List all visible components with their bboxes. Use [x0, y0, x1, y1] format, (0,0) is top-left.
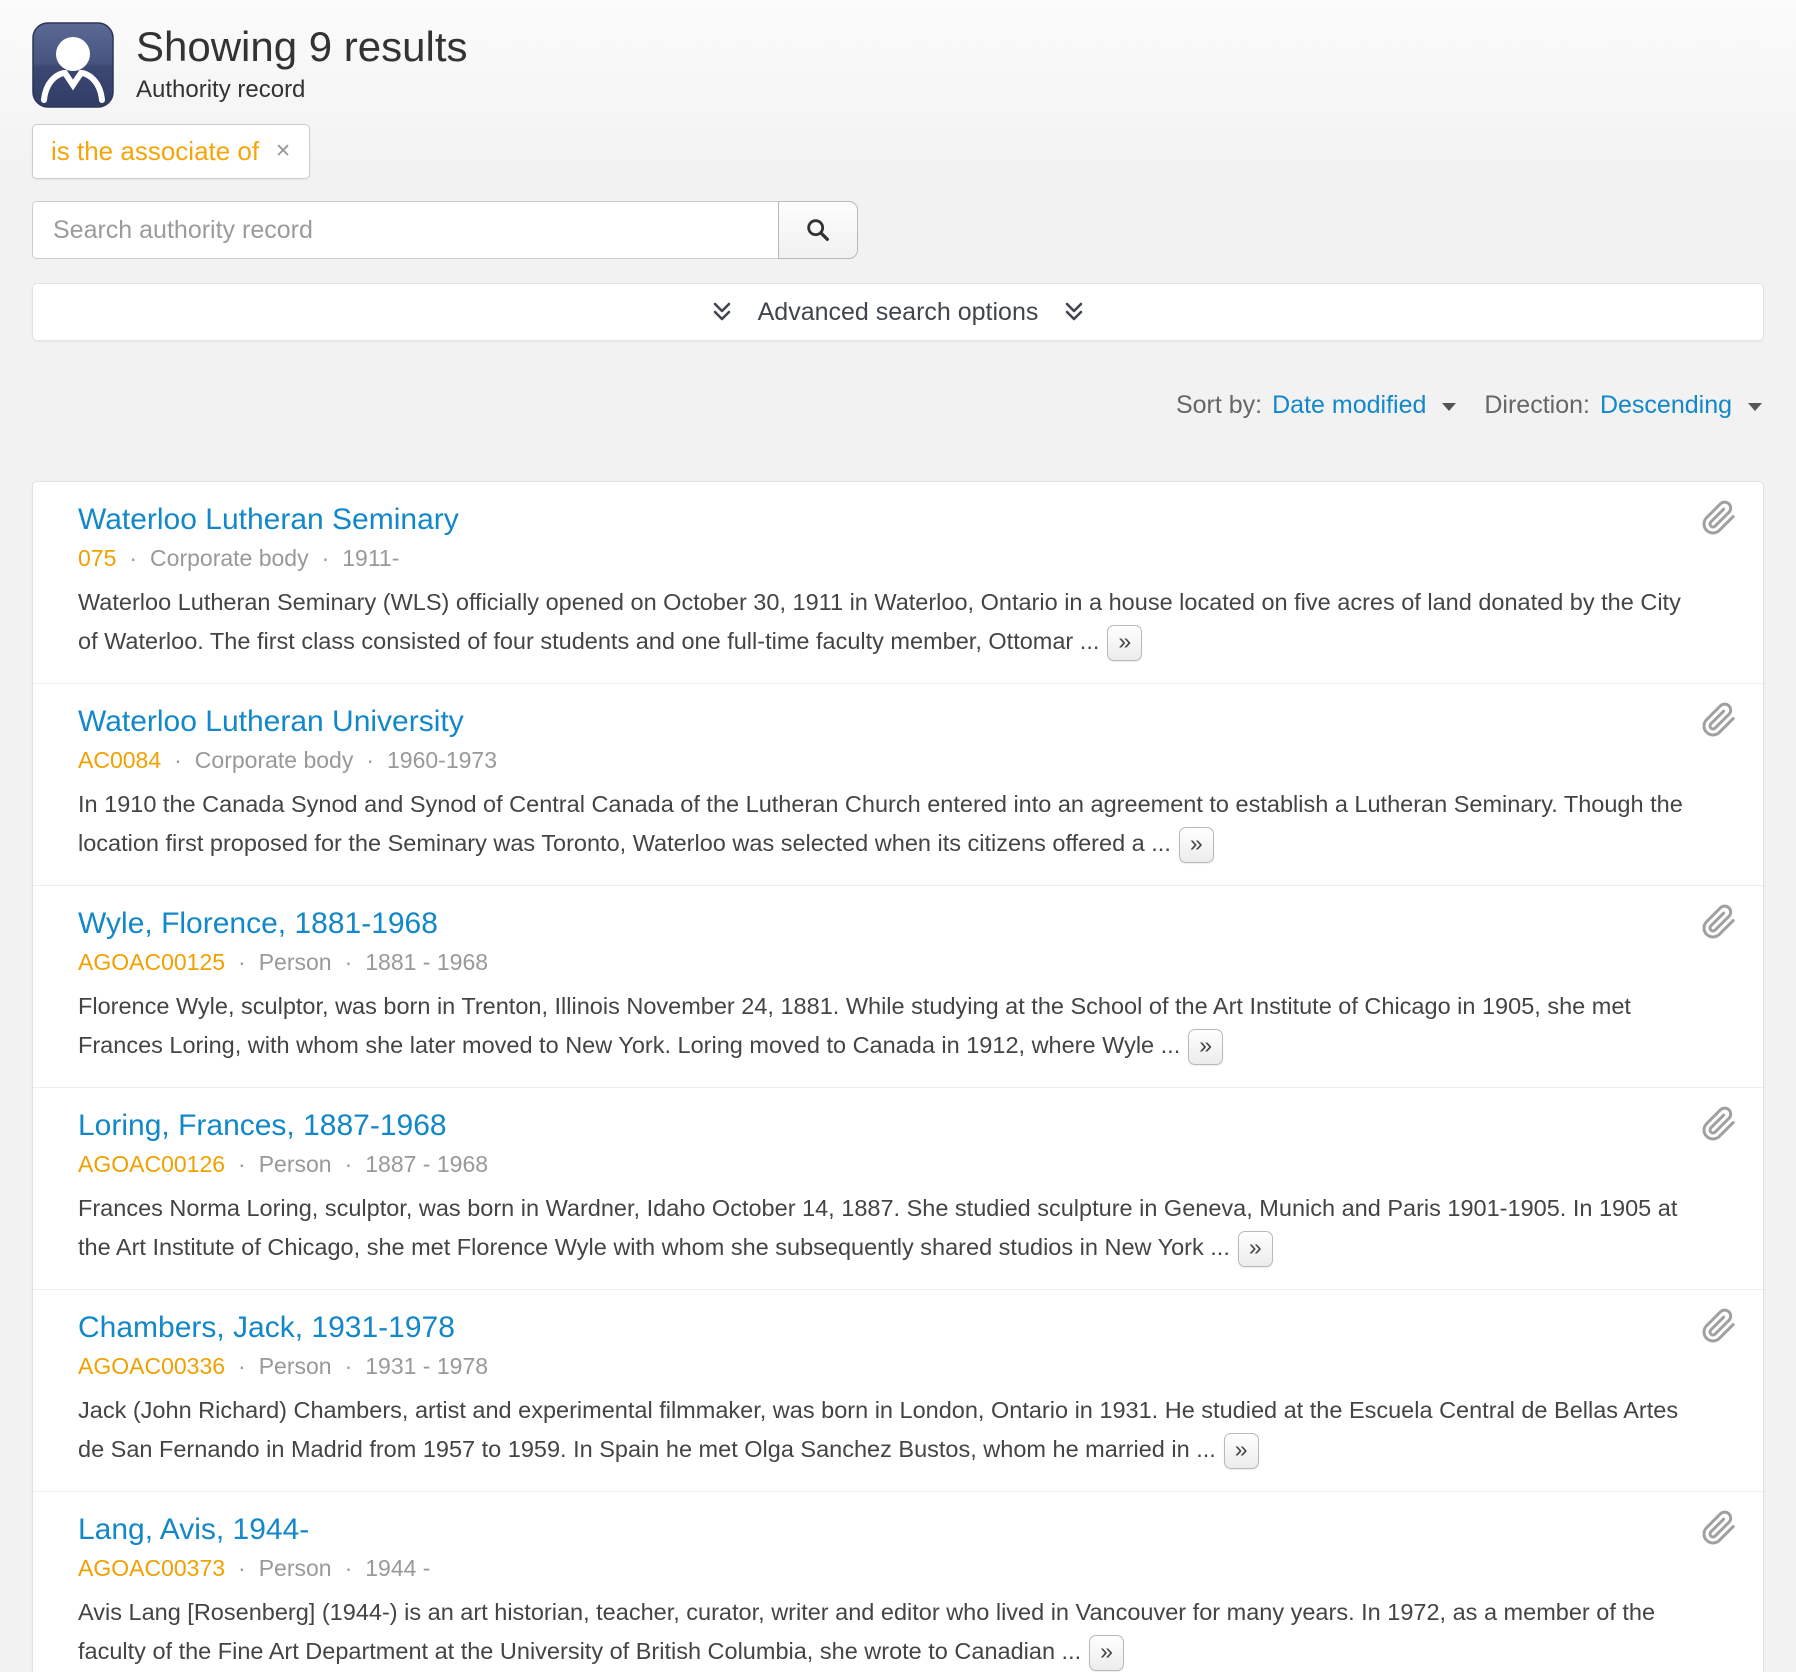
- result-meta: AGOAC00126 · Person · 1887 - 1968: [78, 1151, 1703, 1178]
- result-identifier: AGOAC00336: [78, 1353, 225, 1380]
- chevron-double-down-icon: [1062, 300, 1086, 324]
- result-title-link[interactable]: Waterloo Lutheran University: [78, 705, 464, 739]
- result-meta: AC0084 · Corporate body · 1960-1973: [78, 747, 1703, 774]
- more-button[interactable]: »: [1179, 827, 1214, 863]
- caret-down-icon: [1748, 403, 1762, 411]
- meta-separator: ·: [345, 1555, 353, 1582]
- result-description-text: Jack (John Richard) Chambers, artist and…: [78, 1397, 1678, 1462]
- meta-separator: ·: [366, 747, 374, 774]
- result-title-link[interactable]: Waterloo Lutheran Seminary: [78, 503, 459, 537]
- remove-filter-icon[interactable]: ✕: [275, 140, 291, 163]
- header-text: Showing 9 results Authority record: [136, 22, 468, 104]
- meta-separator: ·: [238, 1555, 246, 1582]
- sort-by-dropdown[interactable]: Date modified: [1272, 391, 1426, 420]
- result-title-link[interactable]: Lang, Avis, 1944-: [78, 1513, 309, 1547]
- advanced-search-toggle[interactable]: Advanced search options: [32, 283, 1764, 341]
- result-identifier: AC0084: [78, 747, 161, 774]
- direction-dropdown[interactable]: Descending: [1600, 391, 1732, 420]
- search-icon: [804, 216, 832, 244]
- result-description: Florence Wyle, sculptor, was born in Tre…: [78, 987, 1703, 1065]
- sort-controls: Sort by: Date modified Direction: Descen…: [32, 387, 1764, 423]
- result-identifier: AGOAC00373: [78, 1555, 225, 1582]
- search-button[interactable]: [778, 201, 858, 259]
- search-input[interactable]: [32, 201, 779, 259]
- chevron-double-down-icon: [710, 300, 734, 324]
- result-description-text: Florence Wyle, sculptor, was born in Tre…: [78, 993, 1631, 1058]
- meta-separator: ·: [345, 1353, 353, 1380]
- paperclip-icon: [1701, 904, 1737, 940]
- result-entity-type: Person: [259, 1353, 332, 1380]
- sort-by-label: Sort by:: [1176, 391, 1262, 420]
- authority-record-icon: [32, 22, 114, 108]
- result-title-link[interactable]: Loring, Frances, 1887-1968: [78, 1109, 447, 1143]
- result-identifier: AGOAC00126: [78, 1151, 225, 1178]
- result-description-text: Waterloo Lutheran Seminary (WLS) officia…: [78, 589, 1681, 654]
- result-title-link[interactable]: Wyle, Florence, 1881-1968: [78, 907, 438, 941]
- result-dates: 1931 - 1978: [365, 1353, 488, 1380]
- result-dates: 1911-: [342, 545, 399, 572]
- result-dates: 1881 - 1968: [365, 949, 488, 976]
- paperclip-icon: [1701, 1308, 1737, 1344]
- paperclip-icon: [1701, 1510, 1737, 1546]
- paperclip-icon: [1701, 1106, 1737, 1142]
- filter-tag-is-the-associate-of: is the associate of ✕: [32, 124, 310, 179]
- meta-separator: ·: [345, 949, 353, 976]
- caret-down-icon: [1442, 403, 1456, 411]
- result-description: Jack (John Richard) Chambers, artist and…: [78, 1391, 1703, 1469]
- result-identifier: AGOAC00125: [78, 949, 225, 976]
- result-dates: 1944 -: [365, 1555, 430, 1582]
- result-description: Avis Lang [Rosenberg] (1944-) is an art …: [78, 1593, 1703, 1671]
- result-item: Chambers, Jack, 1931-1978 AGOAC00336 · P…: [33, 1289, 1763, 1491]
- result-dates: 1960-1973: [387, 747, 497, 774]
- result-description-text: Frances Norma Loring, sculptor, was born…: [78, 1195, 1677, 1260]
- paperclip-icon: [1701, 500, 1737, 536]
- meta-separator: ·: [238, 1151, 246, 1178]
- results-list: Waterloo Lutheran Seminary 075 · Corpora…: [32, 481, 1764, 1672]
- results-header: Showing 9 results Authority record: [32, 0, 1764, 108]
- result-entity-type: Person: [259, 1151, 332, 1178]
- result-meta: 075 · Corporate body · 1911-: [78, 545, 1703, 572]
- filter-tag-label: is the associate of: [51, 136, 259, 167]
- more-button[interactable]: »: [1107, 625, 1142, 661]
- direction-label: Direction:: [1484, 391, 1590, 420]
- page-subtitle: Authority record: [136, 76, 468, 104]
- result-item: Lang, Avis, 1944- AGOAC00373 · Person · …: [33, 1491, 1763, 1672]
- meta-separator: ·: [238, 1353, 246, 1380]
- meta-separator: ·: [322, 545, 330, 572]
- result-meta: AGOAC00373 · Person · 1944 -: [78, 1555, 1703, 1582]
- result-description-text: In 1910 the Canada Synod and Synod of Ce…: [78, 791, 1683, 856]
- result-meta: AGOAC00125 · Person · 1881 - 1968: [78, 949, 1703, 976]
- result-entity-type: Person: [259, 1555, 332, 1582]
- result-description: Waterloo Lutheran Seminary (WLS) officia…: [78, 583, 1703, 661]
- result-entity-type: Person: [259, 949, 332, 976]
- meta-separator: ·: [129, 545, 137, 572]
- result-description-text: Avis Lang [Rosenberg] (1944-) is an art …: [78, 1599, 1655, 1664]
- authority-search-results-page: Showing 9 results Authority record is th…: [0, 0, 1796, 1672]
- result-entity-type: Corporate body: [195, 747, 354, 774]
- result-item: Waterloo Lutheran Seminary 075 · Corpora…: [33, 482, 1763, 683]
- meta-separator: ·: [345, 1151, 353, 1178]
- meta-separator: ·: [174, 747, 182, 774]
- more-button[interactable]: »: [1224, 1433, 1259, 1469]
- more-button[interactable]: »: [1188, 1029, 1223, 1065]
- result-entity-type: Corporate body: [150, 545, 309, 572]
- search-bar: [32, 201, 858, 259]
- result-item: Wyle, Florence, 1881-1968 AGOAC00125 · P…: [33, 885, 1763, 1087]
- result-meta: AGOAC00336 · Person · 1931 - 1978: [78, 1353, 1703, 1380]
- more-button[interactable]: »: [1238, 1231, 1273, 1267]
- paperclip-icon: [1701, 702, 1737, 738]
- result-identifier: 075: [78, 545, 116, 572]
- result-item: Loring, Frances, 1887-1968 AGOAC00126 · …: [33, 1087, 1763, 1289]
- meta-separator: ·: [238, 949, 246, 976]
- result-dates: 1887 - 1968: [365, 1151, 488, 1178]
- advanced-search-label: Advanced search options: [758, 298, 1039, 327]
- page-title: Showing 9 results: [136, 24, 468, 70]
- more-button[interactable]: »: [1089, 1635, 1124, 1671]
- result-item: Waterloo Lutheran University AC0084 · Co…: [33, 683, 1763, 885]
- result-description: Frances Norma Loring, sculptor, was born…: [78, 1189, 1703, 1267]
- result-description: In 1910 the Canada Synod and Synod of Ce…: [78, 785, 1703, 863]
- result-title-link[interactable]: Chambers, Jack, 1931-1978: [78, 1311, 455, 1345]
